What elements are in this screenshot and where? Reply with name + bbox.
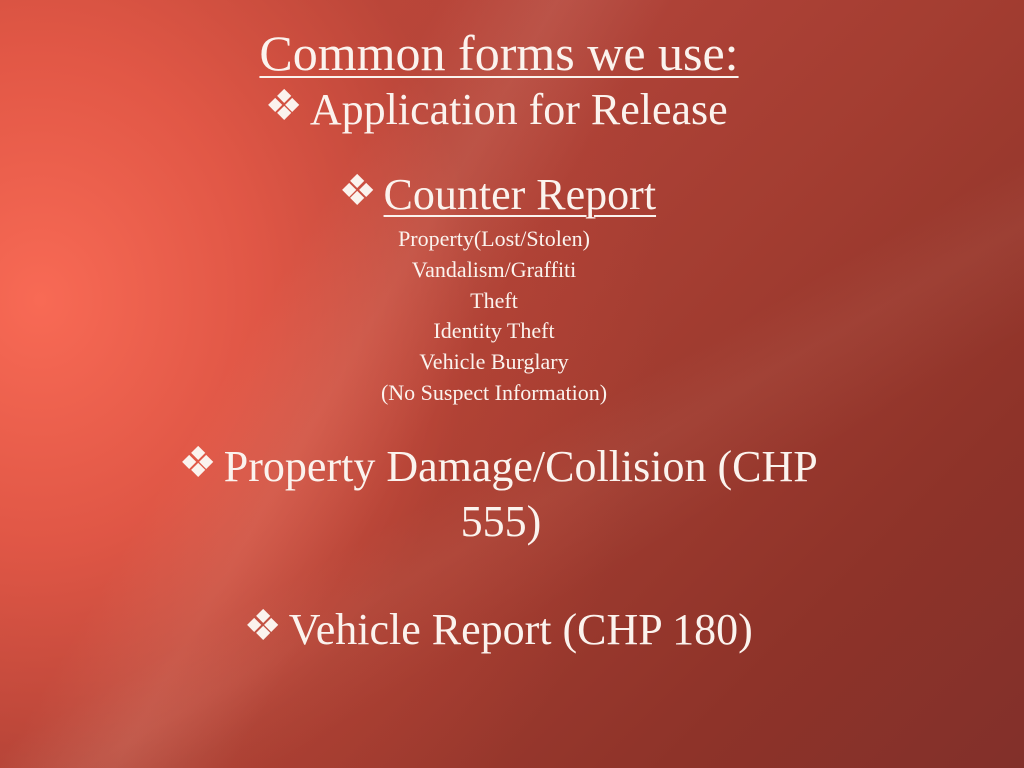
slide-title: Common forms we use: <box>0 28 1024 78</box>
slide-content: Common forms we use: Application for Rel… <box>0 0 1024 768</box>
list-item-label: Counter Report <box>383 170 657 219</box>
diamond-bullet-icon <box>268 89 300 121</box>
diamond-bullet-icon <box>247 609 279 641</box>
diamond-bullet-icon <box>341 174 374 206</box>
sub-item: (No Suspect Information) <box>380 380 608 405</box>
list-item-label: Property Damage/Collision (CHP <box>223 442 818 491</box>
sub-item: Identity Theft <box>433 318 555 343</box>
sub-item: Theft <box>470 288 518 313</box>
list-item-label-continuation: 555) <box>460 497 542 546</box>
list-item-property-damage-collision: Property Damage/Collision (CHP <box>0 445 1024 489</box>
list-item-counter-report: Counter Report <box>0 173 1024 217</box>
slide-title-text: Common forms we use: <box>259 25 739 81</box>
sub-item: Vehicle Burglary <box>419 349 569 374</box>
sub-item: Vandalism/Graffiti <box>411 257 577 282</box>
list-item-label: Application for Release <box>309 85 728 134</box>
sub-item: Property(Lost/Stolen) <box>398 226 590 251</box>
list-item-application-for-release: Application for Release <box>0 88 1024 132</box>
list-item-vehicle-report: Vehicle Report (CHP 180) <box>0 608 1024 652</box>
list-item-label: Vehicle Report (CHP 180) <box>288 605 753 654</box>
diamond-bullet-icon <box>182 446 214 478</box>
